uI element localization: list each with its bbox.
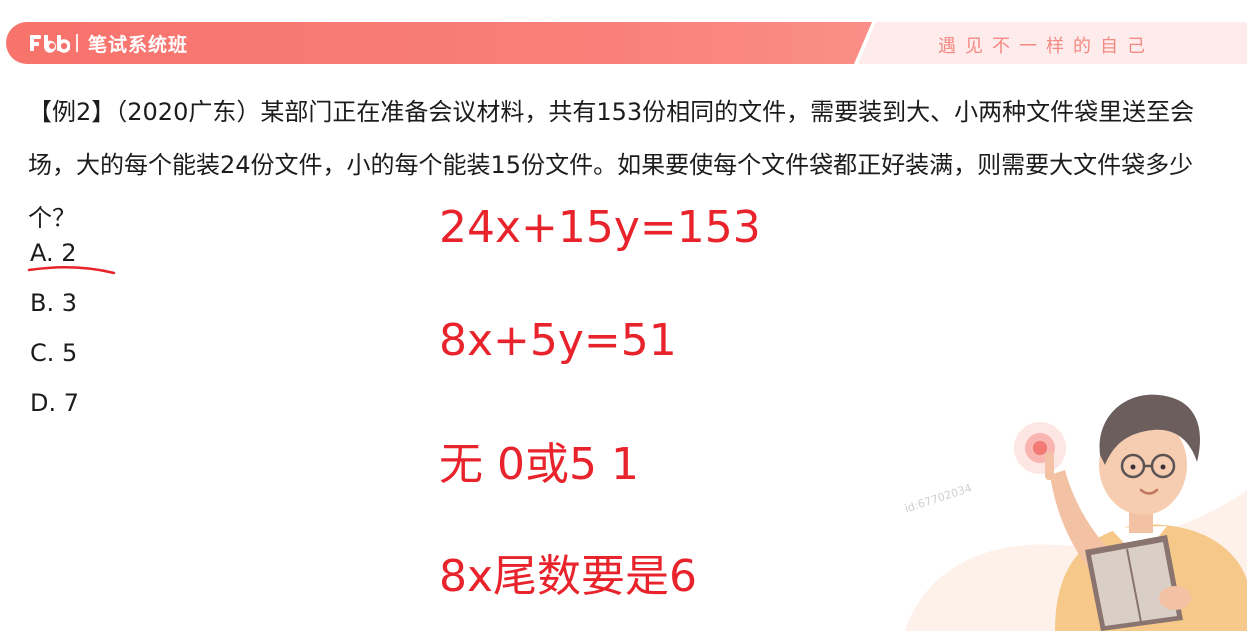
fb-logo-icon — [30, 31, 70, 55]
teacher-illustration — [905, 394, 1247, 631]
header-divider — [76, 34, 78, 52]
brand-name: 笔试系统班 — [88, 34, 189, 56]
option-d[interactable]: D. 7 — [30, 383, 79, 433]
slogan: 遇见不一样的自己 — [938, 36, 1154, 57]
annotation-eq2: 8x+5y=51 — [439, 315, 677, 366]
annotation-note2: 8x尾数要是6 — [439, 551, 698, 602]
option-c[interactable]: C. 5 — [30, 333, 79, 383]
option-b[interactable]: B. 3 — [30, 283, 79, 333]
annotation-eq1: 24x+15y=153 — [439, 202, 761, 253]
annotation-note1: 无 0或5 1 — [439, 439, 639, 490]
option-a-underline — [27, 266, 116, 275]
